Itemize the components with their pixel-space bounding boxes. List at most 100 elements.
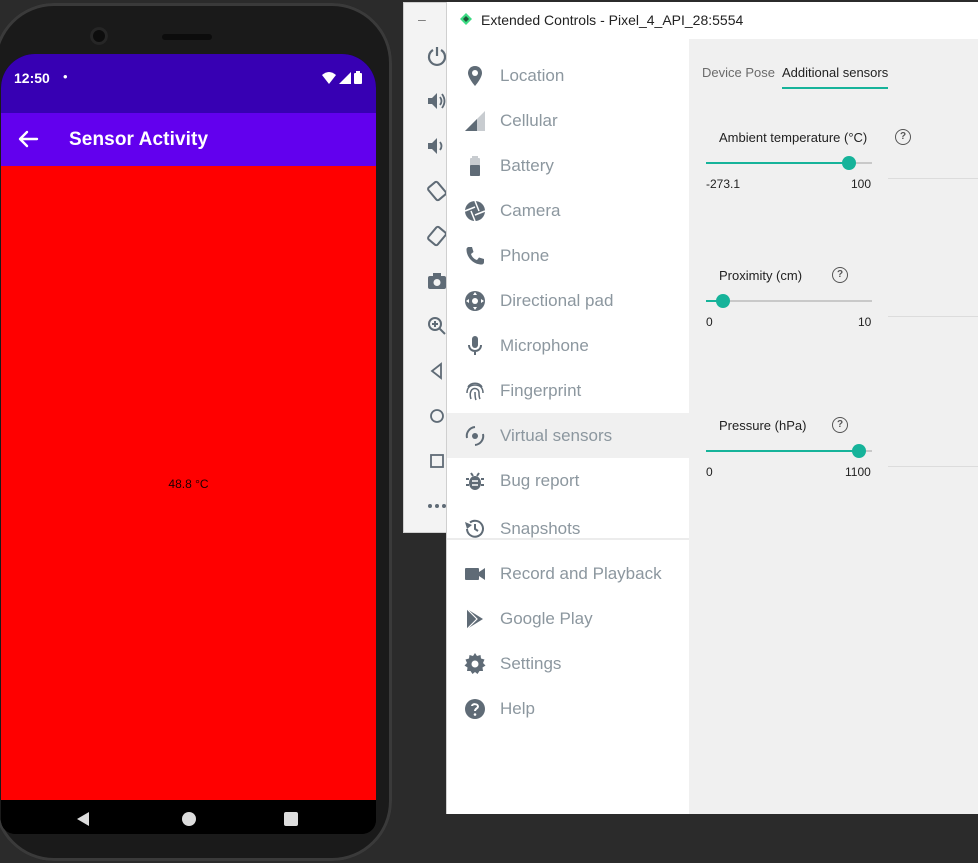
- sidebar-item-bug-report[interactable]: Bug report: [447, 458, 689, 503]
- slider-fill: [706, 450, 859, 452]
- fingerprint-icon: [466, 382, 484, 400]
- wifi-icon: [322, 71, 336, 84]
- proximity-slider[interactable]: [706, 294, 872, 308]
- sidebar-item-label: Record and Playback: [500, 563, 662, 583]
- volume-down-icon[interactable]: [426, 135, 448, 157]
- slider-thumb[interactable]: [715, 294, 730, 308]
- back-arrow-icon[interactable]: [17, 128, 39, 150]
- slider-min-label: 0: [706, 465, 713, 479]
- proximity-label: Proximity (cm): [719, 268, 803, 283]
- cellular-signal-icon: [339, 71, 351, 84]
- overview-square-icon[interactable]: [426, 450, 448, 472]
- extended-controls-sidebar: Location Cellular Battery Camera Phone D…: [447, 39, 689, 814]
- virtual-sensors-icon: [465, 425, 485, 446]
- status-bar: 12:50 •: [1, 54, 376, 113]
- gear-icon: [464, 652, 486, 674]
- sidebar-item-label: Phone: [500, 245, 550, 265]
- extended-controls-window: Extended Controls - Pixel_4_API_28:5554 …: [447, 2, 978, 814]
- sidebar-item-label: Directional pad: [500, 290, 614, 310]
- sidebar-item-label: Camera: [500, 200, 561, 220]
- sidebar-item-label: Cellular: [500, 110, 558, 130]
- screenshot-camera-icon[interactable]: [426, 270, 448, 292]
- home-circle-icon[interactable]: [426, 405, 448, 427]
- minimize-button[interactable]: –: [418, 11, 426, 27]
- slider-max-label: 100: [851, 177, 872, 191]
- help-icon[interactable]: ?: [895, 129, 911, 145]
- microphone-icon: [468, 335, 482, 355]
- slider-min-label: -273.1: [706, 177, 741, 191]
- sidebar-item-label: Bug report: [500, 470, 580, 490]
- zoom-icon[interactable]: [426, 315, 448, 337]
- sidebar-item-label: Fingerprint: [500, 380, 582, 400]
- slider-min-label: 0: [706, 315, 713, 329]
- slider-thumb[interactable]: [842, 156, 857, 170]
- camera-aperture-icon: [464, 200, 486, 221]
- sidebar-item-cellular[interactable]: Cellular: [447, 98, 689, 143]
- notification-dot: •: [63, 69, 68, 84]
- phone-frame: 12:50 • Sensor Activity 48.8 °C: [0, 3, 392, 861]
- nav-recents-button[interactable]: [284, 812, 298, 826]
- sidebar-item-label: Settings: [500, 653, 562, 673]
- battery-icon: [470, 155, 480, 176]
- slider-fill: [706, 162, 850, 164]
- sidebar-item-location[interactable]: Location: [447, 53, 689, 98]
- sidebar-item-label: Virtual sensors: [500, 425, 613, 445]
- bug-icon: [466, 471, 484, 490]
- sidebar-item-google-play[interactable]: Google Play: [447, 596, 689, 641]
- battery-icon: [354, 71, 362, 84]
- nav-back-button[interactable]: [77, 812, 89, 826]
- slider-thumb[interactable]: [851, 444, 866, 458]
- video-camera-icon: [465, 567, 485, 580]
- sidebar-item-label: Microphone: [500, 335, 589, 355]
- page-title: Sensor Activity: [69, 129, 209, 150]
- location-pin-icon: [468, 65, 482, 86]
- power-icon[interactable]: [426, 45, 448, 67]
- window-title: Extended Controls - Pixel_4_API_28:5554: [481, 12, 744, 28]
- front-camera: [90, 27, 108, 45]
- tab-additional-sensors[interactable]: Additional sensors: [782, 65, 888, 80]
- sidebar-item-microphone[interactable]: Microphone: [447, 323, 689, 368]
- back-triangle-icon[interactable]: [426, 360, 448, 382]
- temperature-reading: 48.8 °C: [168, 477, 209, 491]
- help-icon[interactable]: ?: [832, 267, 848, 283]
- rotate-left-icon[interactable]: [426, 180, 448, 202]
- status-time: 12:50: [14, 70, 50, 86]
- rotate-right-icon[interactable]: [426, 225, 448, 247]
- ambient-temperature-slider[interactable]: [706, 156, 872, 170]
- play-store-icon: [466, 608, 483, 629]
- sidebar-item-camera[interactable]: Camera: [447, 188, 689, 233]
- sidebar-item-label: Help: [500, 698, 535, 718]
- volume-up-icon[interactable]: [426, 90, 448, 112]
- window-titlebar: Extended Controls - Pixel_4_API_28:5554: [447, 2, 978, 39]
- pressure-slider[interactable]: [706, 444, 872, 458]
- sidebar-item-phone[interactable]: Phone: [447, 233, 689, 278]
- separator-line: [888, 178, 978, 179]
- sidebar-item-label: Battery: [500, 155, 554, 175]
- sidebar-item-snapshots[interactable]: Snapshots: [447, 506, 689, 551]
- tab-device-pose[interactable]: Device Pose: [702, 65, 775, 80]
- dpad-icon: [465, 290, 485, 311]
- sidebar-item-battery[interactable]: Battery: [447, 143, 689, 188]
- sidebar-item-virtual-sensors[interactable]: Virtual sensors: [447, 413, 689, 458]
- nav-home-button[interactable]: [182, 812, 196, 826]
- sidebar-item-label: Snapshots: [500, 518, 581, 538]
- sidebar-item-record-playback[interactable]: Record and Playback: [447, 551, 689, 596]
- sidebar-item-fingerprint[interactable]: Fingerprint: [447, 368, 689, 413]
- sensor-content-area: 48.8 °C: [1, 166, 376, 800]
- more-dots-icon[interactable]: [426, 495, 448, 517]
- separator-line: [888, 316, 978, 317]
- help-icon[interactable]: ?: [832, 417, 848, 433]
- slider-max-label: 10: [858, 315, 872, 329]
- sidebar-item-settings[interactable]: Settings: [447, 641, 689, 686]
- sidebar-item-directional-pad[interactable]: Directional pad: [447, 278, 689, 323]
- earpiece-speaker: [162, 34, 212, 40]
- history-icon: [465, 519, 484, 538]
- sidebar-item-help[interactable]: Help: [447, 686, 689, 731]
- status-icons: [322, 71, 362, 84]
- phone-icon: [466, 246, 484, 264]
- app-bar: Sensor Activity: [1, 113, 376, 166]
- pressure-label: Pressure (hPa): [719, 418, 807, 433]
- phone-screen: 12:50 • Sensor Activity 48.8 °C: [1, 54, 376, 834]
- android-studio-icon: [460, 13, 472, 25]
- ambient-temperature-label: Ambient temperature (°C): [719, 130, 868, 145]
